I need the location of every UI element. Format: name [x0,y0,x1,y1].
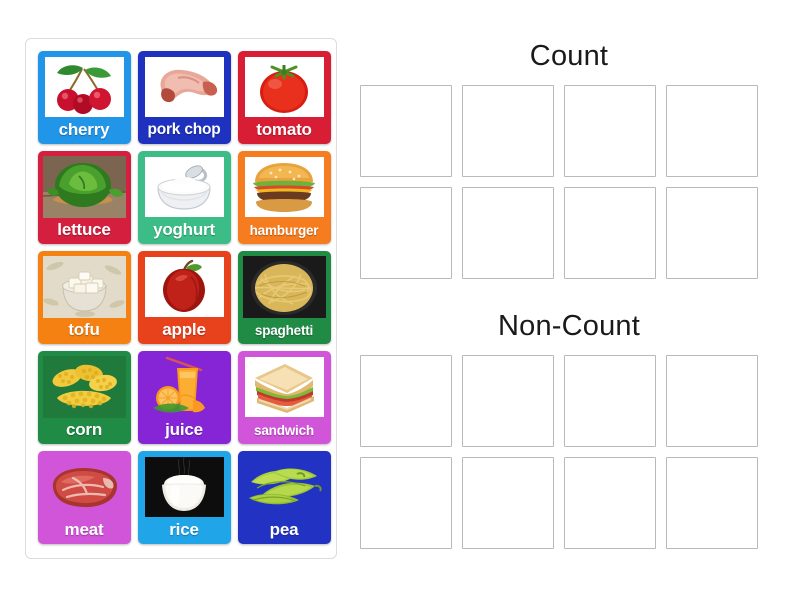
word-tile-cherry[interactable]: cherry [37,50,131,144]
drop-slot-count-3[interactable] [564,85,656,177]
drop-slot-count-8[interactable] [666,187,758,279]
red-apple-photo [144,256,224,317]
tile-cell: corn [34,347,134,447]
word-tile-spaghetti[interactable]: spaghetti [237,250,331,344]
tile-label: spaghetti [254,323,314,338]
drop-slot-count-2[interactable] [462,85,554,177]
tile-label: juice [165,419,203,439]
word-tile-juice[interactable]: juice [137,350,231,444]
tile-label: yoghurt [153,219,215,239]
word-tile-apple[interactable]: apple [137,250,231,344]
word-tile-rice[interactable]: rice [137,450,231,544]
sandwich-photo [244,356,324,417]
hamburger-photo [244,156,324,217]
tile-cell: spaghetti [234,247,334,347]
word-tile-meat[interactable]: meat [37,450,131,544]
cherries-photo [44,56,124,117]
tomato-photo [244,56,324,117]
tile-cell: yoghurt [134,147,234,247]
spaghetti-photo [242,255,326,318]
tofu-bowl-photo [42,255,126,318]
tile-cell: sandwich [234,347,334,447]
tile-cell: juice [134,347,234,447]
tile-label: meat [64,519,104,539]
word-tile-bank: cherry pork chop tomato lettuce yoghurt [25,38,337,559]
word-tile-lettuce[interactable]: lettuce [37,150,131,244]
group-sort-activity: cherry pork chop tomato lettuce yoghurt [0,0,800,600]
drop-slot-non-count-1[interactable] [360,355,452,447]
orange-juice-photo [142,355,226,418]
tile-label: corn [65,419,103,439]
drop-slot-non-count-7[interactable] [564,457,656,549]
drop-slot-count-1[interactable] [360,85,452,177]
word-tile-hamburger[interactable]: hamburger [237,150,331,244]
drop-slot-count-6[interactable] [462,187,554,279]
tile-cell: tofu [34,247,134,347]
drop-slot-non-count-8[interactable] [666,457,758,549]
group-non-count: Non-Count [360,312,778,549]
tile-cell: pork chop [134,47,234,147]
word-tile-corn[interactable]: corn [37,350,131,444]
word-tile-sandwich[interactable]: sandwich [237,350,331,444]
tile-label: sandwich [254,423,314,438]
group-count-title: Count [529,40,609,72]
tile-cell: apple [134,247,234,347]
word-tile-pea[interactable]: pea [237,450,331,544]
group-non-count-title: Non-Count [497,310,641,342]
pea-pods-photo [242,455,326,518]
tile-grid: cherry pork chop tomato lettuce yoghurt [34,47,336,547]
tile-label: cherry [58,119,110,139]
tile-label: apple [162,319,206,339]
tile-label: rice [169,519,199,539]
group-non-count-slots [360,355,778,549]
tile-cell: meat [34,447,134,547]
group-count-slots [360,85,778,279]
tile-cell: rice [134,447,234,547]
drop-slot-non-count-4[interactable] [666,355,758,447]
drop-slot-non-count-6[interactable] [462,457,554,549]
drop-slot-non-count-2[interactable] [462,355,554,447]
group-count: Count [360,42,778,279]
tile-cell: lettuce [34,147,134,247]
tile-label: tomato [256,119,312,139]
corn-photo [42,355,126,418]
tile-label: pork chop [147,121,221,138]
word-tile-pork-chop[interactable]: pork chop [137,50,231,144]
tile-cell: pea [234,447,334,547]
tile-cell: hamburger [234,147,334,247]
lettuce-photo [42,155,126,218]
drop-slot-non-count-3[interactable] [564,355,656,447]
drop-slot-count-4[interactable] [666,85,758,177]
drop-slot-non-count-5[interactable] [360,457,452,549]
tile-cell: tomato [234,47,334,147]
word-tile-tofu[interactable]: tofu [37,250,131,344]
tile-cell: cherry [34,47,134,147]
raw-steak-photo [42,455,126,518]
drop-slot-count-5[interactable] [360,187,452,279]
rice-bowl-photo [144,456,224,517]
word-tile-tomato[interactable]: tomato [237,50,331,144]
tile-label: lettuce [57,219,111,239]
drop-slot-count-7[interactable] [564,187,656,279]
tile-label: tofu [68,319,100,339]
pork-chop-photo [144,56,224,117]
word-tile-yoghurt[interactable]: yoghurt [137,150,231,244]
tile-label: hamburger [249,223,319,238]
tile-label: pea [269,519,299,539]
yoghurt-bowl-photo [144,156,224,217]
